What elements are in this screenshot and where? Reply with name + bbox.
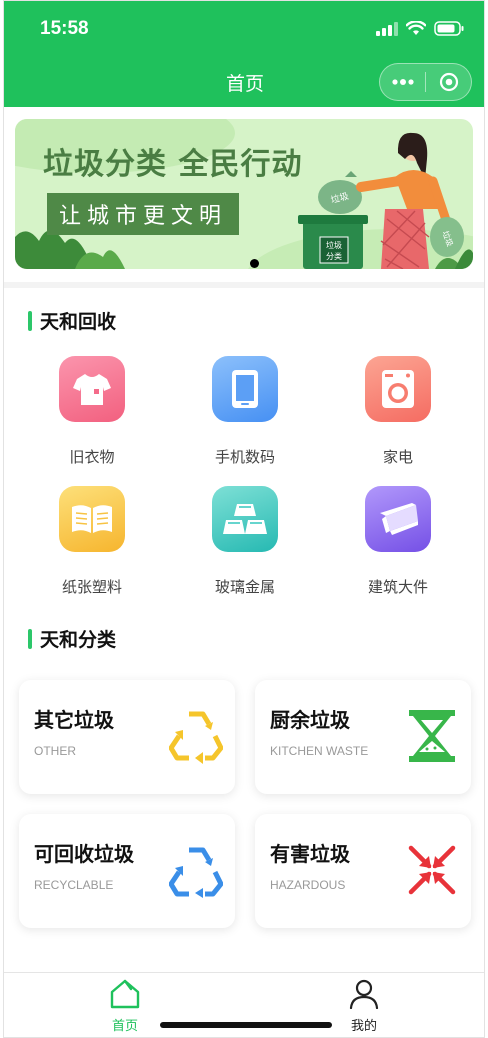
recycle-item-construction[interactable]: 建筑大件 bbox=[338, 486, 458, 597]
tab-mine[interactable]: 我的 bbox=[324, 979, 404, 1034]
metal-bars-icon bbox=[212, 486, 278, 552]
close-button[interactable] bbox=[426, 64, 471, 100]
recycle-item-appliance[interactable]: 家电 bbox=[338, 356, 458, 467]
recycle-item-glass-metal[interactable]: 玻璃金属 bbox=[185, 486, 305, 597]
user-icon bbox=[349, 979, 379, 1010]
classify-section-header: 天和分类 bbox=[28, 625, 116, 652]
recycle-item-label: 手机数码 bbox=[214, 448, 275, 466]
category-name: 有害垃圾 bbox=[270, 842, 350, 866]
tab-bar: 首页 我的 bbox=[4, 972, 484, 1037]
steel-beam-icon bbox=[365, 486, 431, 552]
section-accent-bar bbox=[28, 628, 32, 649]
main-content: 天和回收 旧衣物 手机数码 家电 纸张塑料 玻璃金属 建筑大件 天和分类 其它垃… bbox=[4, 288, 484, 972]
recycle-item-digital[interactable]: 手机数码 bbox=[185, 356, 305, 467]
status-time: 15:58 bbox=[40, 18, 89, 39]
recycle-item-label: 玻璃金属 bbox=[214, 578, 275, 596]
status-icons bbox=[376, 21, 464, 36]
category-name: 可回收垃圾 bbox=[34, 842, 134, 866]
hazard-arrows-icon bbox=[408, 845, 456, 895]
recycle-section-header: 天和回收 bbox=[28, 307, 116, 334]
mini-program-capsule bbox=[379, 63, 472, 101]
category-name: 厨余垃圾 bbox=[270, 708, 350, 732]
section-accent-bar bbox=[28, 310, 32, 331]
recycle-heading: 天和回收 bbox=[40, 311, 117, 333]
category-english: OTHER bbox=[34, 744, 76, 758]
recycle-triangle-blue-icon bbox=[169, 847, 223, 898]
phone-screen: 15:58 首页 垃圾 分类 垃圾 垃圾 垃圾分类 全民行动 让城市更文明 天和… bbox=[3, 0, 485, 1038]
banner-title: 垃圾分类 全民行动 bbox=[43, 147, 303, 182]
signal-icon bbox=[376, 21, 398, 36]
banner-section: 垃圾 分类 垃圾 垃圾 垃圾分类 全民行动 让城市更文明 bbox=[4, 107, 484, 282]
svg-text:垃圾: 垃圾 bbox=[326, 240, 342, 250]
recycle-item-label: 家电 bbox=[382, 448, 413, 466]
category-english: RECYCLABLE bbox=[34, 878, 114, 892]
category-card-kitchen[interactable]: 厨余垃圾 KITCHEN WASTE bbox=[255, 680, 471, 794]
banner-carousel[interactable]: 垃圾 分类 垃圾 垃圾 垃圾分类 全民行动 让城市更文明 bbox=[15, 119, 473, 269]
more-button[interactable] bbox=[380, 64, 425, 100]
tab-mine-label: 我的 bbox=[350, 1019, 377, 1034]
category-card-recyclable[interactable]: 可回收垃圾 RECYCLABLE bbox=[19, 814, 235, 928]
category-english: HAZARDOUS bbox=[270, 878, 346, 892]
recycle-item-clothes[interactable]: 旧衣物 bbox=[32, 356, 152, 467]
classify-heading: 天和分类 bbox=[40, 629, 117, 651]
hourglass-icon bbox=[409, 710, 455, 762]
carousel-indicator[interactable] bbox=[250, 259, 259, 268]
recycle-item-label: 旧衣物 bbox=[69, 448, 115, 466]
recycle-item-paper[interactable]: 纸张塑料 bbox=[32, 486, 152, 597]
category-english: KITCHEN WASTE bbox=[270, 744, 369, 758]
home-icon bbox=[110, 979, 140, 1009]
recycle-triangle-yellow-icon bbox=[169, 711, 223, 764]
phone-icon bbox=[212, 356, 278, 422]
nav-header: 15:58 首页 bbox=[4, 1, 484, 107]
svg-text:分类: 分类 bbox=[326, 251, 342, 261]
category-name: 其它垃圾 bbox=[34, 708, 114, 732]
tab-home[interactable]: 首页 bbox=[85, 979, 165, 1034]
more-dots-icon bbox=[391, 79, 414, 85]
home-indicator[interactable] bbox=[160, 1022, 332, 1028]
tab-home-label: 首页 bbox=[111, 1019, 138, 1034]
category-card-other[interactable]: 其它垃圾 OTHER bbox=[19, 680, 235, 794]
tshirt-icon bbox=[59, 356, 125, 422]
banner-subtitle: 让城市更文明 bbox=[47, 193, 240, 235]
washing-machine-icon bbox=[365, 356, 431, 422]
category-card-hazardous[interactable]: 有害垃圾 HAZARDOUS bbox=[255, 814, 471, 928]
target-close-icon bbox=[439, 72, 458, 92]
wifi-icon bbox=[406, 21, 426, 35]
recycle-item-label: 建筑大件 bbox=[367, 578, 428, 596]
book-icon bbox=[59, 486, 125, 552]
battery-icon bbox=[434, 21, 464, 36]
recycle-item-label: 纸张塑料 bbox=[61, 578, 122, 596]
